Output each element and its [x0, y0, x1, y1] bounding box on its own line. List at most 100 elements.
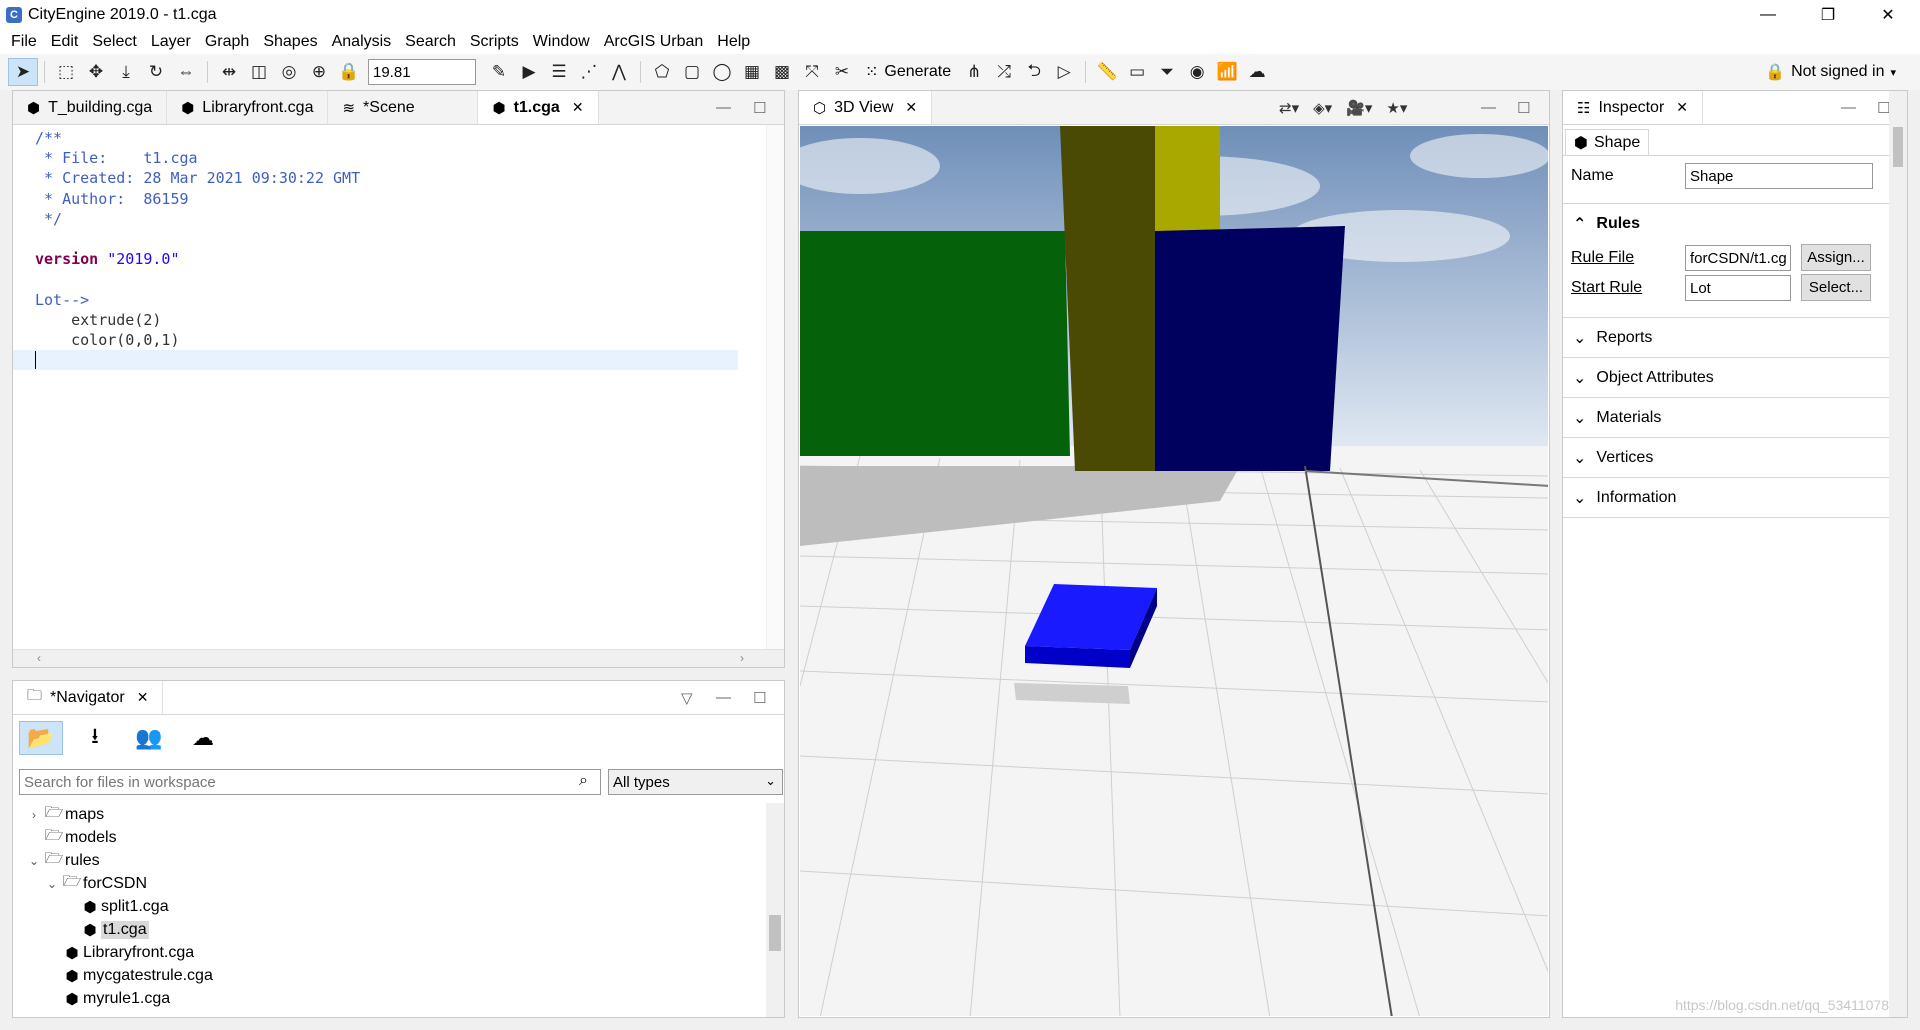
- rule-file-link[interactable]: Rule File: [1571, 249, 1634, 267]
- rules-section-header[interactable]: ⌃ Rules: [1563, 203, 1889, 243]
- minimize-panel-button[interactable]: —: [716, 689, 731, 706]
- tree-item[interactable]: › 🗁 maps: [19, 803, 764, 826]
- tree-item[interactable]: ⬢ mycgatestrule.cga: [19, 964, 764, 987]
- close-icon[interactable]: ✕: [572, 99, 584, 116]
- 3d-scene[interactable]: [800, 126, 1548, 1016]
- blocks-icon[interactable]: ▩: [767, 58, 797, 86]
- globe-icon[interactable]: ⊕: [304, 58, 334, 86]
- scale-tool-icon[interactable]: ⇔: [171, 58, 201, 86]
- menu-search[interactable]: Search: [398, 33, 463, 51]
- close-icon[interactable]: ✕: [137, 689, 149, 706]
- bus-icon[interactable]: ▭: [1122, 58, 1152, 86]
- undo-shape-icon[interactable]: ⮌: [1019, 58, 1049, 86]
- close-icon[interactable]: ✕: [1676, 99, 1688, 116]
- section-materials[interactable]: ⌄ Materials: [1563, 397, 1889, 437]
- workspace-folder-icon[interactable]: 📂: [19, 721, 63, 755]
- polygon-icon[interactable]: ⬠: [647, 58, 677, 86]
- rule-file-field[interactable]: [1685, 245, 1791, 271]
- inspector-scrollbar[interactable]: [1889, 91, 1907, 1017]
- menu-help[interactable]: Help: [710, 33, 757, 51]
- rectangle-icon[interactable]: ▢: [677, 58, 707, 86]
- target-icon[interactable]: ◉: [1182, 58, 1212, 86]
- expand-toggle-icon[interactable]: ›: [25, 808, 43, 822]
- expand-toggle-icon[interactable]: ⌄: [43, 877, 61, 891]
- search-input[interactable]: [19, 769, 601, 795]
- scrollbar-thumb[interactable]: [1893, 127, 1903, 167]
- generate-button[interactable]: ⁙ Generate: [857, 62, 959, 82]
- cloud-icon[interactable]: ☁: [181, 721, 225, 755]
- tree-item[interactable]: ⬢ split1.cga: [19, 895, 764, 918]
- portal-group-icon[interactable]: 👥: [127, 721, 171, 755]
- move-tool-icon[interactable]: ✥: [81, 58, 111, 86]
- tab-3d-view[interactable]: ⬡ 3D View ✕: [799, 91, 933, 124]
- menu-graph[interactable]: Graph: [198, 33, 256, 51]
- weather-icon[interactable]: ☁: [1242, 58, 1272, 86]
- draw-street-icon[interactable]: ▶: [514, 58, 544, 86]
- menu-analysis[interactable]: Analysis: [325, 33, 399, 51]
- offset-icon[interactable]: ⤧: [797, 58, 827, 86]
- measure-icon[interactable]: 📏: [1092, 58, 1122, 86]
- scroll-left-icon[interactable]: ‹: [37, 651, 41, 665]
- menu-window[interactable]: Window: [526, 33, 597, 51]
- dashboard-icon[interactable]: 📶: [1212, 58, 1242, 86]
- menu-select[interactable]: Select: [85, 33, 143, 51]
- tab-t1-cga[interactable]: ⬢ t1.cga ✕: [478, 91, 599, 124]
- tree-item[interactable]: ⌄ 🗁 forCSDN: [19, 872, 764, 895]
- start-rule-field[interactable]: [1685, 275, 1791, 301]
- tree-item[interactable]: ⬢ myrule1.cga: [19, 987, 764, 1010]
- shuffle-icon[interactable]: ⤮: [989, 58, 1019, 86]
- terrain-icon[interactable]: ⋀: [604, 58, 634, 86]
- close-window-button[interactable]: ✕: [1860, 0, 1916, 30]
- select-rule-button[interactable]: Select...: [1801, 274, 1871, 301]
- 3d-viewport[interactable]: [800, 126, 1548, 1016]
- section-vertices[interactable]: ⌄ Vertices: [1563, 437, 1889, 477]
- tree-item[interactable]: ⬢ Libraryfront.cga: [19, 941, 764, 964]
- minimize-panel-button[interactable]: —: [716, 99, 731, 116]
- assign-button[interactable]: Assign...: [1801, 244, 1871, 271]
- draw-lots-icon[interactable]: ☰: [544, 58, 574, 86]
- camera-navigation-icon[interactable]: ⇄▾: [1279, 99, 1299, 117]
- circle-icon[interactable]: ◯: [707, 58, 737, 86]
- grow-streets-icon[interactable]: ⋰: [574, 58, 604, 86]
- view-menu-icon[interactable]: ▽: [681, 689, 693, 707]
- scrollbar-thumb[interactable]: [769, 915, 781, 951]
- start-rule-link[interactable]: Start Rule: [1571, 279, 1642, 297]
- menu-scripts[interactable]: Scripts: [463, 33, 526, 51]
- move-down-icon[interactable]: ⤓: [111, 58, 141, 86]
- scroll-right-icon[interactable]: ›: [740, 651, 744, 665]
- tree-icon[interactable]: ⋔: [959, 58, 989, 86]
- menu-file[interactable]: File: [4, 33, 44, 51]
- minimize-panel-button[interactable]: —: [1841, 99, 1856, 116]
- portal-download-icon[interactable]: ⭳: [73, 721, 117, 755]
- maximize-panel-button[interactable]: ☐: [753, 99, 766, 117]
- signin-status[interactable]: 🔒 Not signed in ▾: [1765, 54, 1896, 90]
- transform-icon[interactable]: ⇹: [214, 58, 244, 86]
- split-icon[interactable]: ✂: [827, 58, 857, 86]
- frame-select-icon[interactable]: ⬚: [51, 58, 81, 86]
- section-information[interactable]: ⌄ Information: [1563, 477, 1889, 517]
- value-input[interactable]: [368, 59, 476, 85]
- pen-tool-icon[interactable]: ✎: [484, 58, 514, 86]
- lock-icon[interactable]: 🔒: [334, 58, 364, 86]
- menu-shapes[interactable]: Shapes: [256, 33, 324, 51]
- bookmarks-icon[interactable]: ★▾: [1386, 99, 1407, 117]
- tree-scrollbar[interactable]: [766, 803, 784, 1017]
- tree-item[interactable]: ⌄ 🗁 rules: [19, 849, 764, 872]
- close-icon[interactable]: ✕: [905, 99, 917, 116]
- tab-navigator[interactable]: 🗀 *Navigator ✕: [13, 681, 164, 714]
- search-icon[interactable]: ⌕: [579, 772, 588, 790]
- camera-icon[interactable]: 🎥▾: [1346, 99, 1372, 117]
- menu-arcgis-urban[interactable]: ArcGIS Urban: [597, 33, 711, 51]
- menu-edit[interactable]: Edit: [44, 33, 86, 51]
- tab-t-building-cga[interactable]: ⬢ T_building.cga: [13, 91, 168, 124]
- play-icon[interactable]: ▷: [1049, 58, 1079, 86]
- editor-vertical-scrollbar[interactable]: [766, 125, 784, 649]
- tab-shape[interactable]: ⬢ Shape: [1565, 129, 1650, 155]
- menu-layer[interactable]: Layer: [144, 33, 198, 51]
- display-options-icon[interactable]: ◈▾: [1313, 99, 1332, 117]
- align-icon[interactable]: ◫: [244, 58, 274, 86]
- rotate-tool-icon[interactable]: ↻: [141, 58, 171, 86]
- tree-item[interactable]: 🗁 models: [19, 826, 764, 849]
- tab-libraryfront-cga[interactable]: ⬢ Libraryfront.cga: [167, 91, 329, 124]
- select-tool-icon[interactable]: ➤: [8, 58, 38, 86]
